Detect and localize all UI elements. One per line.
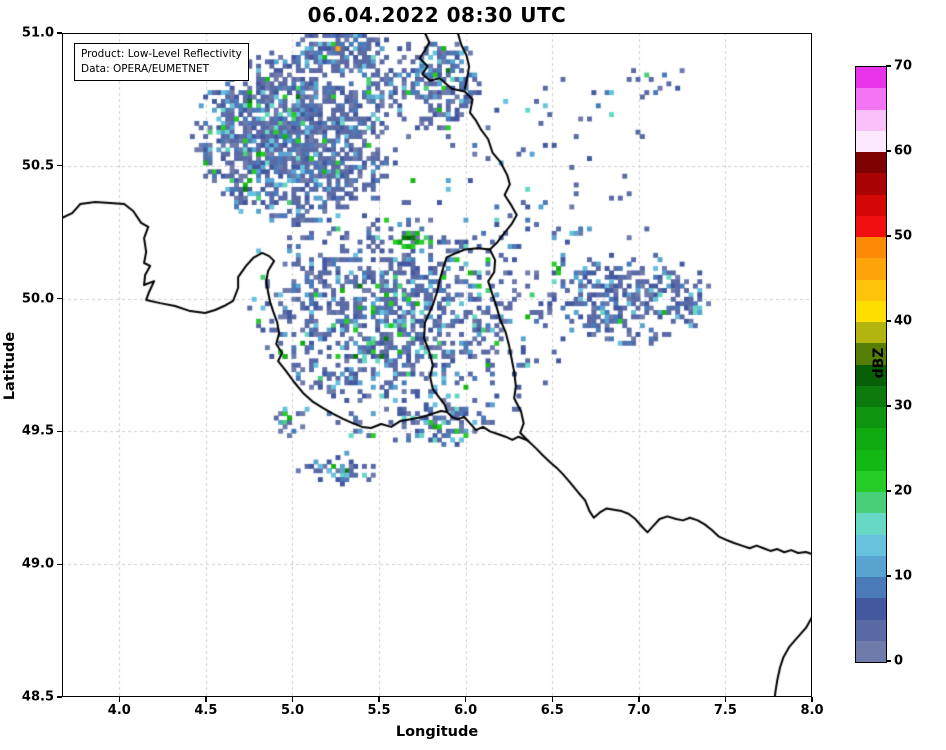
x-tick-label: 6.0: [454, 703, 478, 718]
colorbar-tick-label: 70: [894, 58, 913, 74]
plot-title: 06.04.2022 08:30 UTC: [307, 3, 567, 27]
x-tick-label: 6.5: [540, 703, 564, 718]
colorbar-segment: [856, 173, 886, 195]
y-axis-label: Latitude: [2, 331, 18, 401]
colorbar-tick-label: 0: [894, 653, 904, 669]
x-axis-label: Longitude: [395, 724, 479, 740]
y-tick-mark: [57, 297, 62, 300]
x-tick-mark: [205, 697, 207, 702]
x-tick-label: 8.0: [800, 703, 824, 718]
x-tick-mark: [638, 697, 640, 702]
colorbar-tick-mark: [886, 490, 892, 492]
x-tick-mark: [378, 697, 380, 702]
x-tick-label: 7.5: [713, 703, 737, 718]
x-tick-label: 4.5: [194, 703, 218, 718]
x-tick-mark: [551, 697, 553, 702]
colorbar-segment: [856, 470, 886, 492]
colorbar-tick-label: 20: [894, 483, 913, 499]
radar-figure: 06.04.2022 08:30 UTC Product: Low-Level …: [0, 0, 946, 750]
y-tick-mark: [57, 563, 62, 565]
y-tick-label: 50.0: [21, 291, 54, 307]
legend-data-line: Data: OPERA/EUMETNET: [81, 62, 210, 75]
colorbar-segment: [856, 492, 886, 514]
colorbar-segment: [856, 109, 886, 131]
legend-box: Product: Low-Level Reflectivity Data: OP…: [74, 43, 249, 81]
colorbar-segment: [856, 88, 886, 110]
x-tick-mark: [811, 697, 813, 702]
y-tick-mark: [57, 696, 62, 698]
colorbar-segment: [856, 598, 886, 620]
colorbar-tick-label: 10: [894, 568, 913, 584]
y-tick-label: 49.0: [21, 556, 54, 572]
colorbar-tick-mark: [886, 65, 892, 67]
y-tick-mark: [57, 430, 62, 433]
colorbar-unit-label: dBZ: [871, 347, 887, 379]
colorbar-segment: [856, 258, 886, 280]
colorbar-tick-label: 60: [894, 143, 913, 159]
y-tick-label: 51.0: [21, 25, 54, 41]
x-tick-label: 4.0: [107, 703, 131, 718]
legend-product-line: Product: Low-Level Reflectivity: [81, 48, 242, 60]
colorbar-segment: [856, 577, 886, 599]
x-tick-mark: [291, 697, 294, 702]
colorbar-segment: [856, 67, 886, 89]
colorbar-segment: [856, 237, 886, 259]
y-tick-label: 50.5: [21, 158, 54, 174]
colorbar-tick-mark: [886, 575, 892, 577]
colorbar-segment: [856, 513, 886, 535]
colorbar-tick-label: 50: [894, 228, 913, 244]
x-tick-label: 5.0: [280, 703, 304, 718]
x-tick-label: 5.5: [367, 703, 391, 718]
y-tick-label: 48.5: [21, 689, 54, 705]
y-tick-mark: [57, 165, 62, 167]
colorbar-tick-mark: [886, 660, 892, 662]
x-tick-mark: [464, 697, 467, 702]
colorbar-segment: [856, 640, 886, 662]
colorbar-segment: [856, 215, 886, 237]
colorbar-segment: [856, 534, 886, 556]
colorbar-segment: [856, 619, 886, 641]
colorbar-tick-mark: [886, 235, 892, 237]
colorbar-segment: [856, 152, 886, 174]
colorbar-segment: [856, 130, 886, 152]
colorbar-tick-mark: [886, 150, 892, 152]
y-tick-mark: [57, 32, 62, 34]
colorbar-segment: [856, 555, 886, 577]
x-tick-mark: [118, 697, 120, 702]
x-tick-label: 7.0: [627, 703, 651, 718]
x-tick-mark: [724, 697, 727, 702]
colorbar-segment: [856, 449, 886, 471]
radar-map-canvas: [62, 33, 812, 697]
colorbar-segment: [856, 194, 886, 216]
y-tick-label: 49.5: [21, 423, 54, 439]
